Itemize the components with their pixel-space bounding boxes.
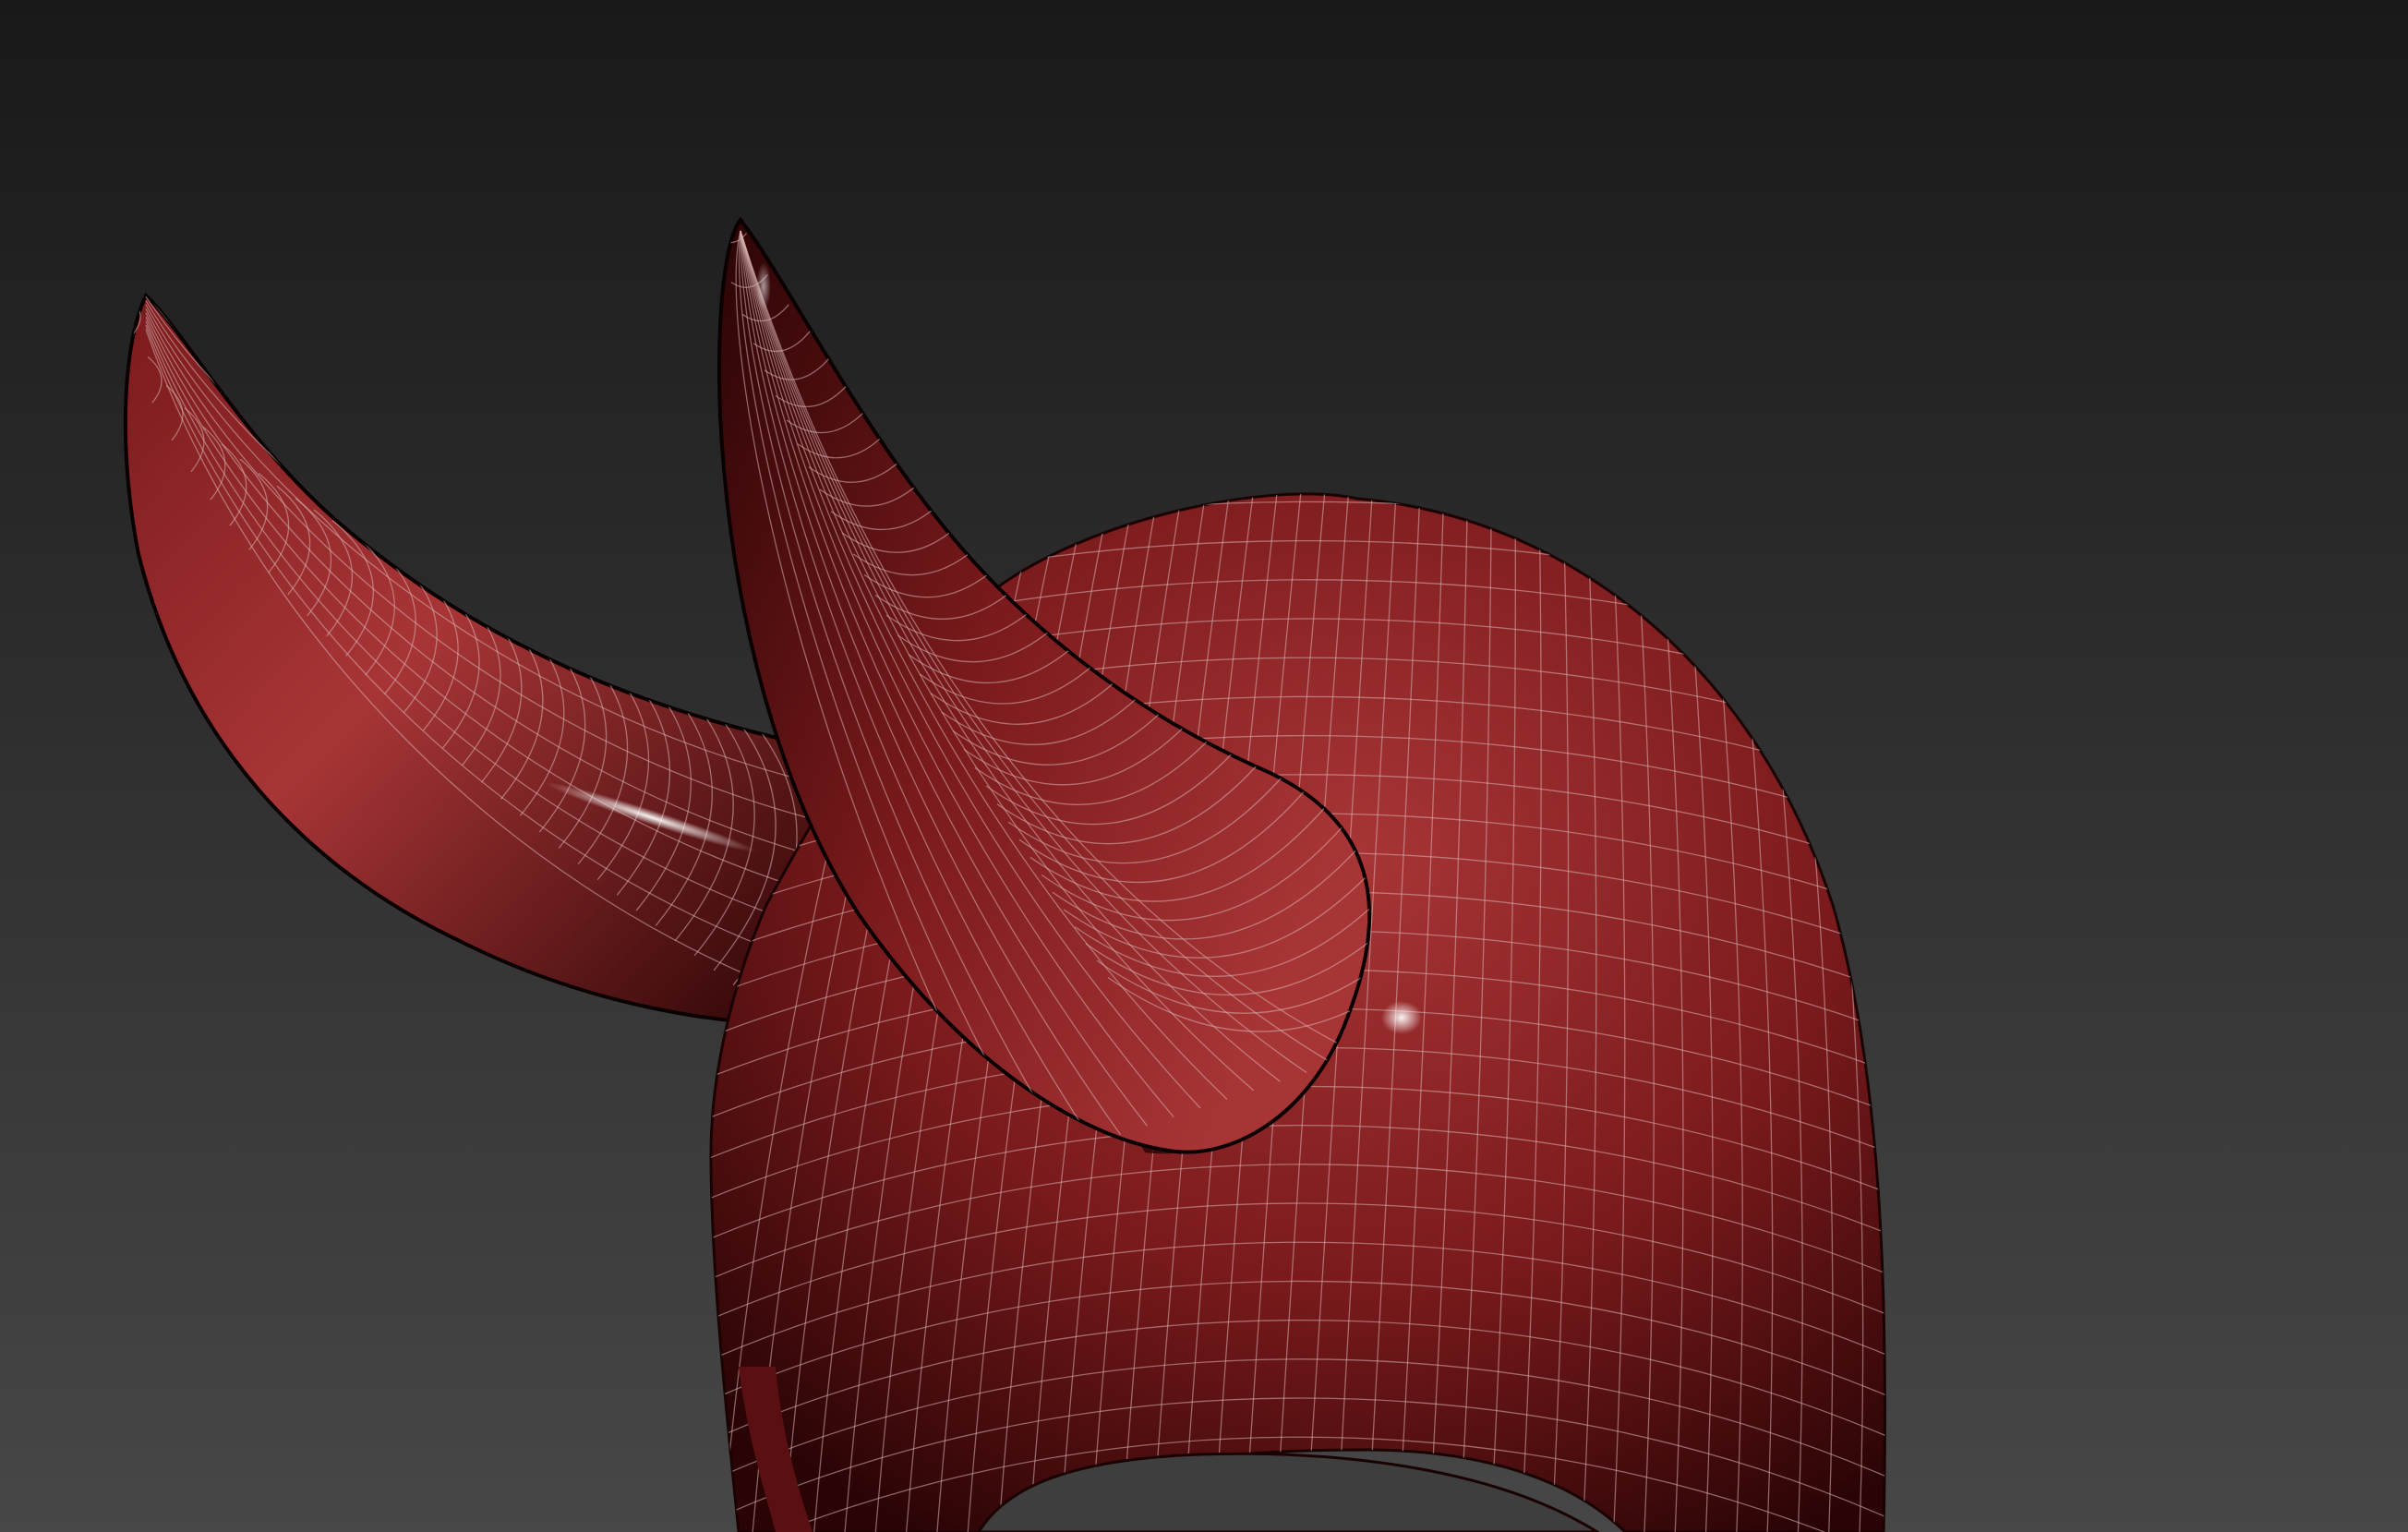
head-specular <box>1381 1001 1422 1034</box>
right-horn-tip-specular <box>756 262 771 310</box>
3d-viewport[interactable] <box>0 0 2408 1532</box>
viewport-canvas[interactable] <box>0 0 2408 1532</box>
